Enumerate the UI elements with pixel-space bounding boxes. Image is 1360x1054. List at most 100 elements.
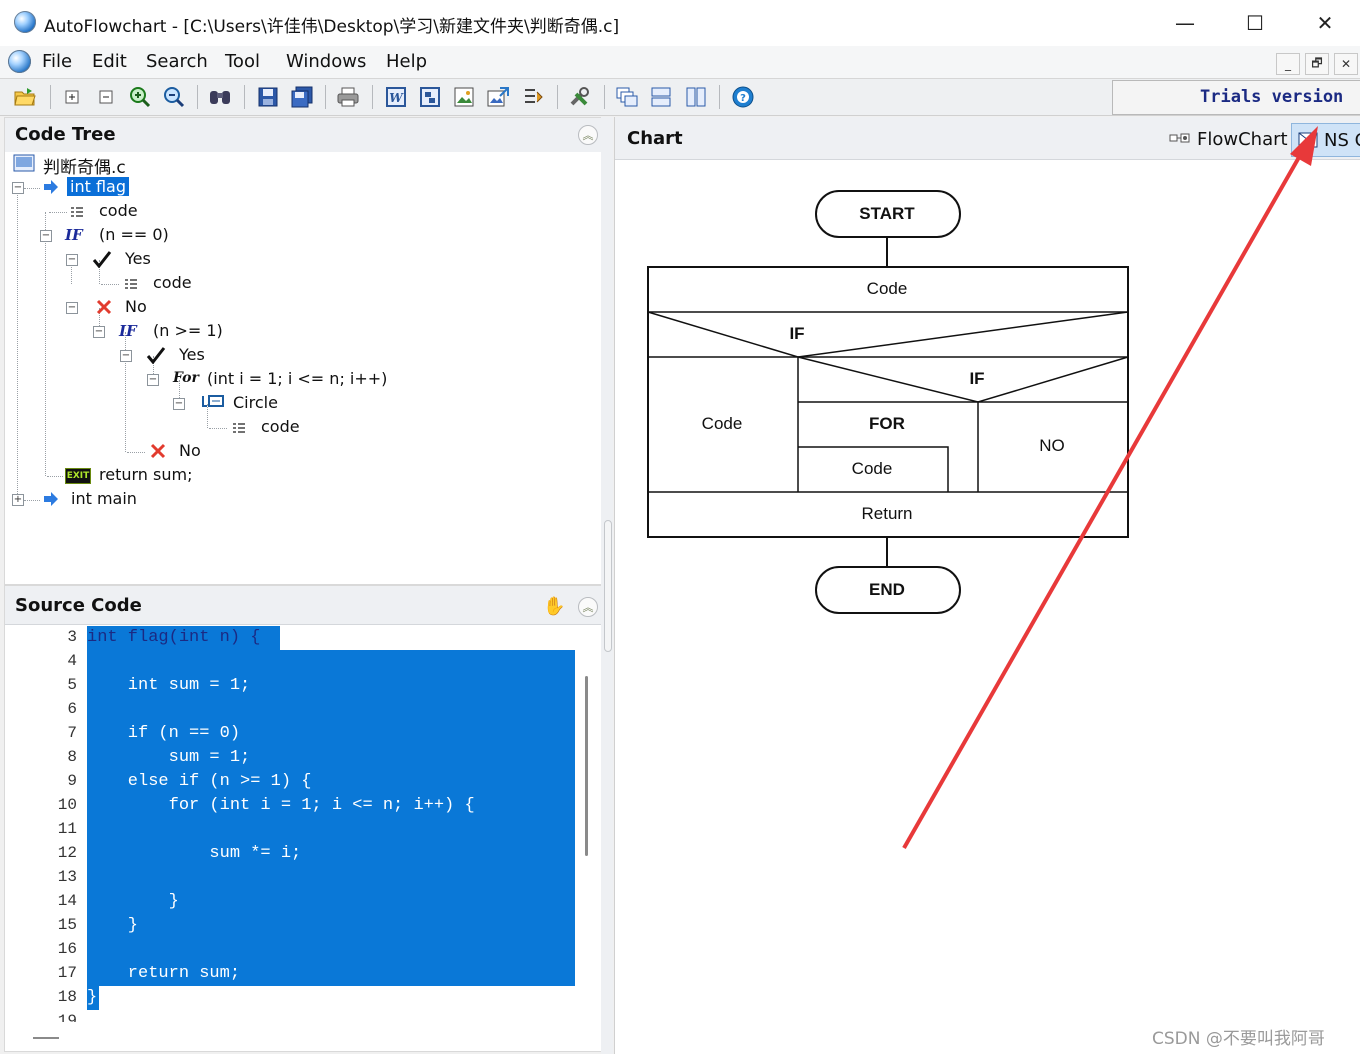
ns-for[interactable]: FOR	[869, 414, 905, 433]
code-line: 9 else if (n >= 1) {	[5, 770, 585, 794]
cascade-windows-icon[interactable]	[614, 84, 640, 110]
mdi-minimize-button[interactable]: _	[1276, 53, 1300, 75]
tab-flowchart[interactable]: FlowChart	[1163, 125, 1294, 153]
tree-node-int-main[interactable]: int main	[71, 489, 137, 508]
for-icon: For	[173, 370, 199, 386]
tree-node-for[interactable]: (int i = 1; i <= n; i++)	[207, 369, 387, 388]
chart-panel: Chart FlowChart NS C START Code IF	[614, 117, 1360, 1054]
minimize-button[interactable]: —	[1150, 0, 1220, 46]
line-number: 6	[67, 700, 77, 718]
tree-node-circle[interactable]: Circle	[233, 393, 278, 412]
code-line: 11	[5, 818, 585, 842]
app-globe-icon	[14, 11, 36, 33]
export-visio-icon[interactable]	[417, 84, 443, 110]
expand-all-icon[interactable]	[59, 84, 85, 110]
tree-node-if-n-eq-0[interactable]: (n == 0)	[99, 225, 169, 244]
tile-vertical-icon[interactable]	[683, 84, 709, 110]
ns-code-left[interactable]: Code	[702, 414, 743, 433]
menu-file[interactable]: File	[42, 51, 72, 72]
mdi-close-button[interactable]: ✕	[1334, 53, 1358, 75]
tools-icon[interactable]	[567, 84, 593, 110]
tab-ns-chart[interactable]: NS C	[1291, 123, 1360, 157]
tree-node-code[interactable]: code	[261, 417, 300, 436]
tree-expander[interactable]: −	[93, 326, 105, 338]
line-number: 16	[57, 940, 77, 958]
code-tree-panel: Code Tree ︽ 判断奇偶.c − int flag code − IF …	[4, 117, 602, 585]
code-line: 5 int sum = 1;	[5, 674, 585, 698]
export-bitmap-icon[interactable]	[485, 84, 511, 110]
close-button[interactable]: ✕	[1290, 0, 1360, 46]
check-icon	[146, 346, 166, 368]
tree-node-code[interactable]: code	[153, 273, 192, 292]
code-tree-title: Code Tree	[15, 124, 116, 145]
export-image-icon[interactable]	[451, 84, 477, 110]
help-icon[interactable]: ?	[730, 84, 756, 110]
toolbar-separator	[719, 85, 720, 109]
tree-node-return[interactable]: return sum;	[99, 465, 192, 484]
maximize-button[interactable]: ☐	[1220, 0, 1290, 46]
horizontal-scrollbar[interactable]	[33, 1037, 59, 1039]
tree-expander[interactable]: −	[66, 302, 78, 314]
window-title: AutoFlowchart - [C:\Users\许佳伟\Desktop\学习…	[44, 17, 620, 37]
ns-return[interactable]: Return	[861, 504, 912, 523]
tree-guide-line	[101, 284, 119, 285]
find-binoculars-icon[interactable]	[207, 84, 233, 110]
tree-expander[interactable]: −	[66, 254, 78, 266]
collapse-panel-icon[interactable]: ︽	[578, 597, 598, 617]
start-label: START	[859, 204, 915, 223]
svg-text:W: W	[389, 91, 404, 105]
tree-expander[interactable]: −	[120, 350, 132, 362]
code-editor[interactable]: 3 int flag(int n) {4 5 int sum = 1; 6 7 if (…	[5, 626, 585, 1046]
ns-chart: START Code IF Code IF FOR Code NO Return…	[647, 190, 1129, 614]
menu-windows[interactable]: Windows	[286, 51, 366, 72]
open-folder-icon[interactable]	[12, 84, 38, 110]
tree-expander[interactable]: −	[12, 182, 24, 194]
menu-help[interactable]: Help	[386, 51, 427, 72]
line-number: 14	[57, 892, 77, 910]
ns-if-outer[interactable]: IF	[789, 324, 804, 343]
menu-tool[interactable]: Tool	[225, 51, 260, 72]
tree-node-yes[interactable]: Yes	[179, 345, 205, 364]
export-word-icon[interactable]: W	[383, 84, 409, 110]
tile-horizontal-icon[interactable]	[648, 84, 674, 110]
menu-edit[interactable]: Edit	[92, 51, 127, 72]
tree-node-code[interactable]: code	[99, 201, 138, 220]
print-icon[interactable]	[335, 84, 361, 110]
pin-icon[interactable]: ✋	[543, 596, 565, 617]
collapse-panel-icon[interactable]: ︽	[578, 125, 598, 145]
collapse-all-icon[interactable]	[93, 84, 119, 110]
menu-search[interactable]: Search	[146, 51, 208, 72]
ns-no[interactable]: NO	[1039, 436, 1065, 455]
tree-expander[interactable]: +	[12, 494, 24, 506]
mdi-restore-button[interactable]: 🗗	[1305, 53, 1329, 75]
tree-node-if-n-ge-1[interactable]: (n >= 1)	[153, 321, 223, 340]
code-line: 16	[5, 938, 585, 962]
line-number: 7	[67, 724, 77, 742]
tree-node-no[interactable]: No	[125, 297, 147, 316]
tree-node-int-flag[interactable]: int flag	[67, 177, 129, 196]
document-globe-icon[interactable]	[8, 50, 31, 73]
vertical-scrollbar[interactable]	[585, 676, 588, 856]
tree-node-no[interactable]: No	[179, 441, 201, 460]
tree-file-name[interactable]: 判断奇偶.c	[43, 153, 126, 178]
ns-if-inner[interactable]: IF	[969, 369, 984, 388]
ns-code-top[interactable]: Code	[867, 279, 908, 298]
splitter-grip[interactable]	[604, 520, 612, 652]
code-block-icon	[69, 204, 85, 223]
save-icon[interactable]	[255, 84, 281, 110]
zoom-in-icon[interactable]	[127, 84, 153, 110]
line-number: 18	[57, 988, 77, 1006]
code-tree: 判断奇偶.c − int flag code − IF (n == 0) − Y…	[5, 152, 601, 584]
tree-expander[interactable]: −	[173, 398, 185, 410]
tree-node-yes[interactable]: Yes	[125, 249, 151, 268]
tree-expander[interactable]: −	[40, 230, 52, 242]
tab-flowchart-label: FlowChart	[1197, 128, 1288, 150]
flow-settings-icon[interactable]	[520, 84, 546, 110]
ns-code-inner[interactable]: Code	[852, 459, 893, 478]
code-text: int flag(int n) {	[87, 628, 261, 647]
code-text: }	[87, 988, 98, 1007]
code-line: 15 }	[5, 914, 585, 938]
zoom-out-icon[interactable]	[161, 84, 187, 110]
tree-expander[interactable]: −	[147, 374, 159, 386]
save-all-icon[interactable]	[289, 84, 315, 110]
